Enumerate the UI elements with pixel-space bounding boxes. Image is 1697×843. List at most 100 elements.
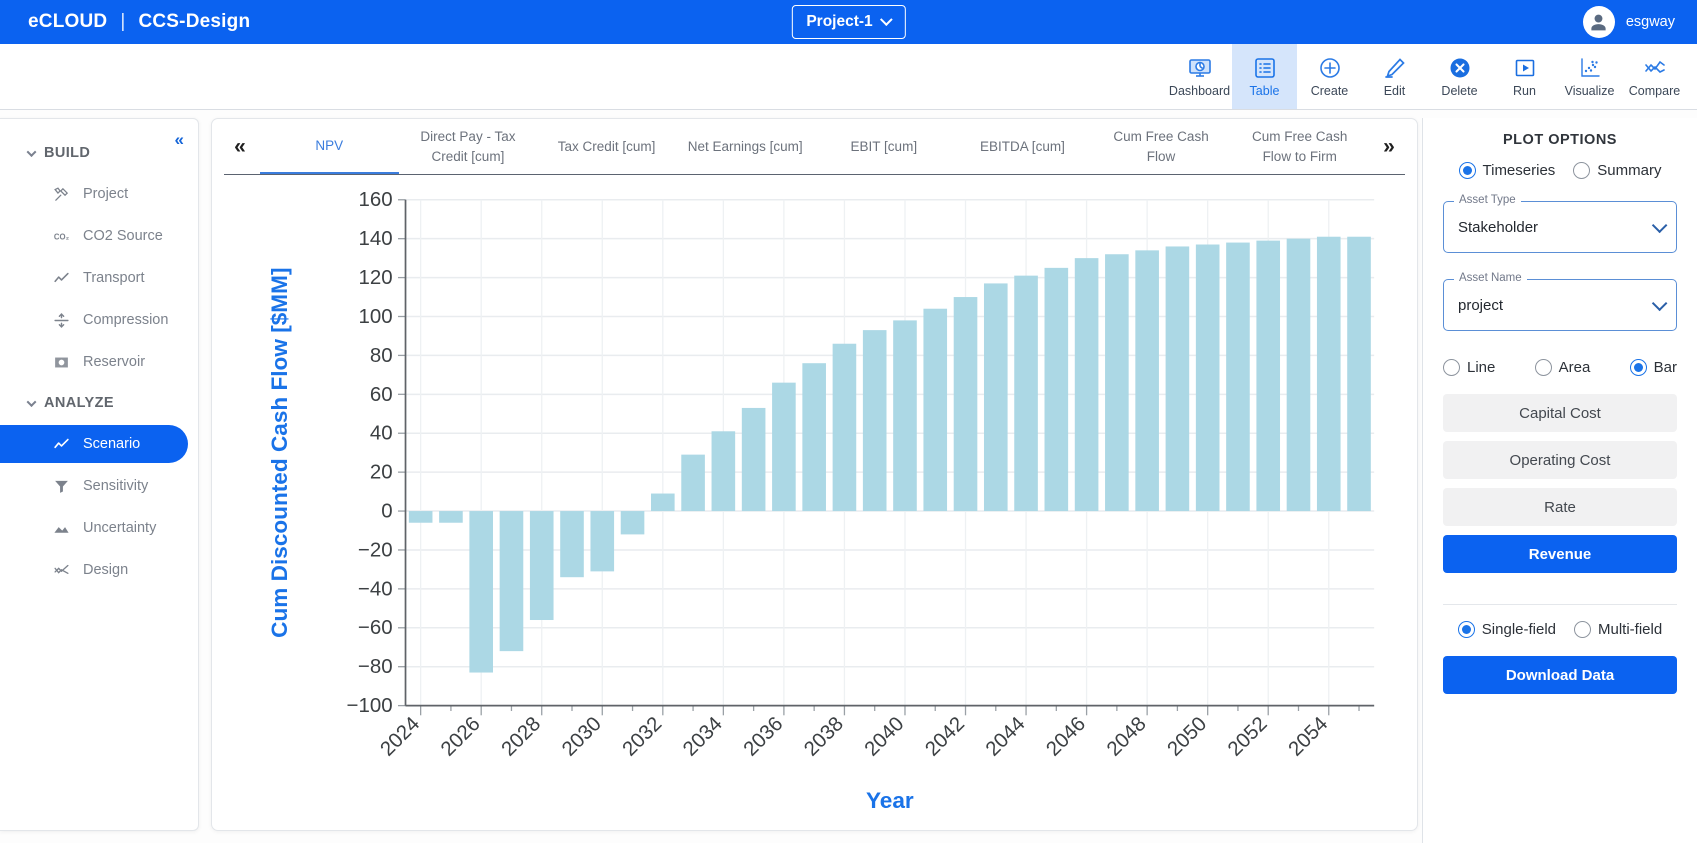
radio-summary[interactable]: Summary [1573,162,1661,179]
radio-timeseries[interactable]: Timeseries [1458,162,1555,179]
toolbar-item-table[interactable]: Table [1232,44,1297,109]
asset-type-value: Stakeholder [1458,218,1539,236]
user-menu[interactable]: esgway [1582,6,1675,38]
sidebar-item-scenario[interactable]: Scenario [0,425,188,463]
svg-text:100: 100 [358,305,392,328]
sidebar-group-analyze[interactable]: ANALYZE [0,385,198,421]
tab-ebit-cum[interactable]: EBIT [cum] [815,119,954,174]
toolbar-label: Dashboard [1168,84,1231,98]
sidebar-collapse-button[interactable]: « [175,131,184,148]
sidebar-item-label: CO2 Source [83,228,163,244]
sidebar-item-sensitivity[interactable]: Sensitivity [0,467,188,505]
asset-name-select[interactable]: Asset Name project [1443,272,1677,331]
tab-npv[interactable]: NPV [260,119,399,174]
svg-text:−40: −40 [358,577,393,600]
radio-label: Bar [1653,359,1677,376]
project-selector[interactable]: Project-1 [791,5,906,39]
tab-tax-credit-cum[interactable]: Tax Credit [cum] [537,119,676,174]
table-icon [1253,55,1277,81]
sidebar-group-label: ANALYZE [44,395,114,411]
radio-area[interactable]: Area [1534,359,1591,376]
waves-icon [52,562,70,579]
sidebar-item-co2-source[interactable]: CO₂ CO2 Source [0,217,188,255]
radio-indicator [1629,359,1647,376]
compression-icon [52,312,70,329]
svg-text:2044: 2044 [981,712,1029,760]
radio-indicator [1443,359,1460,376]
tab-cum-free-cash-flow[interactable]: Cum Free Cash Flow [1092,119,1231,174]
radio-indicator [1573,162,1591,179]
app-body: « BUILD Project CO₂ CO2 Source Transport… [0,110,1697,843]
svg-text:2026: 2026 [436,712,484,760]
sidebar-item-transport[interactable]: Transport [0,259,188,297]
project-selector-label: Project-1 [806,13,873,30]
toolbar-item-delete[interactable]: Delete [1427,44,1492,109]
radio-label: Multi-field [1598,621,1663,638]
download-data-button[interactable]: Download Data [1443,656,1677,694]
mountain-icon [52,520,70,537]
svg-text:2054: 2054 [1284,712,1332,760]
tab-net-earnings-cum[interactable]: Net Earnings [cum] [676,119,815,174]
sidebar-item-label: Project [83,186,129,202]
brand-primary: eCLOUD [28,11,108,32]
radio-single-field[interactable]: Single-field [1457,621,1557,638]
asset-name-value: project [1458,296,1504,314]
revenue-button[interactable]: Revenue [1443,535,1677,573]
tab-ebitda-cum[interactable]: EBITDA [cum] [953,119,1092,174]
svg-text:2048: 2048 [1102,712,1150,760]
tab-cum-free-cash-flow-to-firm[interactable]: Cum Free Cash Flow to Firm [1230,119,1369,174]
radio-indicator [1534,359,1552,376]
asset-type-select[interactable]: Asset Type Stakeholder [1443,194,1677,253]
toolbar-item-dashboard[interactable]: Dashboard [1167,44,1232,109]
radio-line[interactable]: Line [1443,359,1495,376]
radio-bar[interactable]: Bar [1629,359,1677,376]
chevron-down-icon [26,146,37,157]
svg-text:2036: 2036 [739,712,787,760]
tab-direct-pay-tax-credit-cum[interactable]: Direct Pay - Tax Credit [cum] [399,119,538,174]
sidebar-item-design[interactable]: Design [0,551,188,589]
asset-type-legend: Asset Type [1454,194,1521,206]
svg-text:60: 60 [370,383,393,406]
svg-text:2038: 2038 [800,712,848,760]
radio-label: Area [1558,359,1591,376]
toolbar-item-compare[interactable]: Compare [1622,44,1687,109]
sidebar: « BUILD Project CO₂ CO2 Source Transport… [0,118,199,831]
tabs-prev-button[interactable]: « [220,119,260,174]
view-mode-radio-group: Timeseries Summary [1443,162,1677,179]
app-header: eCLOUD | CCS-Design Project-1 esgway [0,0,1697,44]
radio-label: Single-field [1481,621,1557,638]
brand-secondary: CCS-Design [138,11,251,32]
svg-text:2028: 2028 [497,712,545,760]
svg-text:−80: −80 [358,655,393,678]
svg-text:2042: 2042 [921,712,969,760]
chevron-down-icon [26,396,37,407]
sidebar-item-compression[interactable]: Compression [0,301,188,339]
radio-label: Line [1467,359,1496,376]
toolbar-item-edit[interactable]: Edit [1362,44,1427,109]
sidebar-item-reservoir[interactable]: Reservoir [0,343,188,381]
operating-cost-button[interactable]: Operating Cost [1443,441,1677,479]
svg-text:−60: −60 [358,616,393,639]
svg-text:Cum Discounted Cash Flow [$MM]: Cum Discounted Cash Flow [$MM] [267,268,292,638]
toolbar-label: Create [1310,84,1349,98]
capital-cost-button[interactable]: Capital Cost [1443,394,1677,432]
toolbar-label: Run [1513,84,1536,98]
toolbar-item-create[interactable]: Create [1297,44,1362,109]
main-panel: « NPV Direct Pay - Tax Credit [cum] Tax … [211,118,1418,831]
svg-text:2034: 2034 [678,712,726,760]
rate-button[interactable]: Rate [1443,488,1677,526]
options-divider [1443,604,1677,605]
icon-toolbar: Dashboard Table Create Edit Delete Run V… [0,44,1697,110]
radio-indicator [1574,621,1592,638]
reservoir-icon [52,354,70,371]
sidebar-item-uncertainty[interactable]: Uncertainty [0,509,188,547]
toolbar-item-run[interactable]: Run [1492,44,1557,109]
compare-lines-icon [1643,55,1667,81]
sidebar-item-project[interactable]: Project [0,175,188,213]
toolbar-item-visualize[interactable]: Visualize [1557,44,1622,109]
sidebar-group-build[interactable]: BUILD [0,135,198,171]
radio-multi-field[interactable]: Multi-field [1574,621,1662,638]
tabs-next-button[interactable]: » [1369,119,1409,174]
svg-text:2024: 2024 [376,712,424,760]
svg-text:2032: 2032 [618,712,666,760]
